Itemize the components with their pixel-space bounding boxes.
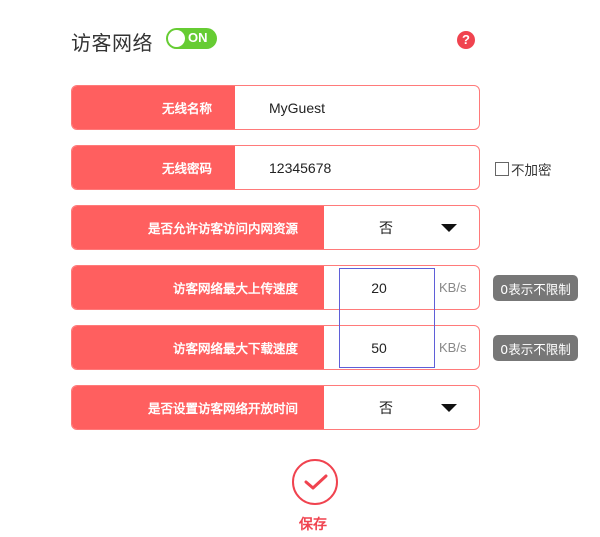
download-speed-row: 访客网络最大下载速度 50 KB/s bbox=[71, 325, 480, 370]
guest-network-toggle[interactable]: ON bbox=[166, 28, 217, 49]
upload-speed-input[interactable]: 20 bbox=[324, 266, 434, 309]
upload-speed-label: 访客网络最大上传速度 bbox=[72, 266, 324, 309]
ssid-label: 无线名称 bbox=[72, 86, 235, 129]
upload-speed-hint: 0表示不限制 bbox=[493, 275, 578, 301]
save-button[interactable] bbox=[292, 459, 338, 505]
password-row: 无线密码 12345678 bbox=[71, 145, 480, 190]
help-icon[interactable]: ? bbox=[457, 31, 475, 49]
open-time-label: 是否设置访客网络开放时间 bbox=[72, 386, 324, 429]
no-encrypt-checkbox[interactable]: 不加密 bbox=[495, 159, 552, 179]
page-title: 访客网络 bbox=[71, 31, 153, 55]
allow-intranet-label: 是否允许访客访问内网资源 bbox=[72, 206, 324, 249]
open-time-select[interactable]: 否 bbox=[324, 386, 479, 429]
no-encrypt-label: 不加密 bbox=[511, 163, 552, 179]
allow-intranet-value: 否 bbox=[379, 220, 393, 237]
download-speed-input[interactable]: 50 bbox=[324, 326, 434, 369]
open-time-row: 是否设置访客网络开放时间 否 bbox=[71, 385, 480, 430]
download-speed-hint: 0表示不限制 bbox=[493, 335, 578, 361]
download-speed-label: 访客网络最大下载速度 bbox=[72, 326, 324, 369]
toggle-knob bbox=[168, 30, 185, 47]
download-speed-unit: KB/s bbox=[439, 340, 467, 355]
caret-down-icon bbox=[441, 224, 457, 232]
allow-intranet-row: 是否允许访客访问内网资源 否 bbox=[71, 205, 480, 250]
checkbox-box[interactable] bbox=[495, 162, 509, 176]
open-time-value: 否 bbox=[379, 400, 393, 417]
ssid-row: 无线名称 MyGuest bbox=[71, 85, 480, 130]
upload-speed-unit: KB/s bbox=[439, 280, 467, 295]
save-label[interactable]: 保存 bbox=[299, 514, 327, 534]
checkmark-icon bbox=[304, 474, 328, 490]
toggle-label: ON bbox=[188, 30, 208, 45]
password-label: 无线密码 bbox=[72, 146, 235, 189]
allow-intranet-select[interactable]: 否 bbox=[324, 206, 479, 249]
caret-down-icon bbox=[441, 404, 457, 412]
ssid-input[interactable]: MyGuest bbox=[269, 86, 474, 129]
upload-speed-row: 访客网络最大上传速度 20 KB/s bbox=[71, 265, 480, 310]
password-input[interactable]: 12345678 bbox=[269, 146, 474, 189]
